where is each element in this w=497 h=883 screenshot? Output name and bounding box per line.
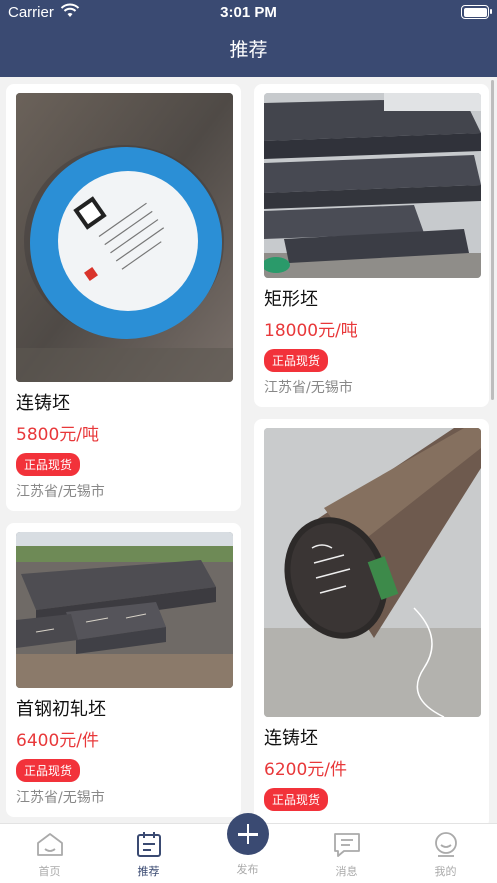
product-photo-round-billet-label [16, 93, 233, 382]
tab-label: 推荐 [137, 865, 160, 878]
tab-label: 我的 [434, 865, 457, 878]
product-location: 江苏省/无锡市 [264, 380, 353, 396]
product-name: 连铸坯 [16, 393, 70, 414]
product-name: 首钢初轧坯 [16, 699, 106, 720]
product-name: 连铸坯 [264, 728, 318, 749]
product-photo-round-billet-end [264, 428, 481, 717]
product-column-left: 连铸坯 5800元/吨 正品现货 江苏省/无锡市 首钢初轧坯 6400元/件 正… [6, 84, 241, 823]
message-icon [297, 831, 396, 861]
tab-messages[interactable]: 消息 [297, 824, 396, 883]
tab-recommend[interactable]: 推荐 [99, 824, 198, 883]
product-card[interactable]: 连铸坯 5800元/吨 正品现货 江苏省/无锡市 [6, 84, 241, 511]
product-price: 5800元/吨 [16, 425, 99, 445]
product-location: 江苏省/无锡市 [16, 484, 105, 500]
product-badge: 正品现货 [16, 759, 81, 782]
product-column-right: 矩形坯 18000元/吨 正品现货 江苏省/无锡市 连铸坯 6200元/件 正品… [254, 84, 489, 823]
status-bar: Carrier 3:01 PM [0, 0, 497, 28]
product-badge: 正品现货 [264, 349, 329, 372]
product-card[interactable]: 连铸坯 6200元/件 正品现货 [254, 419, 489, 823]
product-name: 矩形坯 [264, 289, 318, 310]
recommend-icon [99, 831, 198, 861]
product-location: 江苏省/无锡市 [16, 790, 105, 806]
product-price: 6200元/件 [264, 760, 347, 780]
tab-home[interactable]: 首页 [0, 824, 99, 883]
product-price: 18000元/吨 [264, 321, 358, 341]
product-photo-rectangular-billets [264, 93, 481, 278]
navigation-bar: 推荐 [0, 28, 497, 77]
status-time: 3:01 PM [220, 4, 277, 21]
tab-label: 发布 [236, 863, 259, 876]
product-badge: 正品现货 [16, 453, 81, 476]
tab-profile[interactable]: 我的 [396, 824, 495, 883]
product-photo-steel-slabs-yard [16, 532, 233, 688]
product-badge: 正品现货 [264, 788, 329, 811]
product-price: 6400元/件 [16, 731, 99, 751]
publish-plus-icon[interactable] [227, 813, 269, 855]
profile-icon [396, 831, 495, 861]
product-card[interactable]: 首钢初轧坯 6400元/件 正品现货 江苏省/无锡市 [6, 523, 241, 817]
product-grid[interactable]: 连铸坯 5800元/吨 正品现货 江苏省/无锡市 首钢初轧坯 6400元/件 正… [0, 77, 497, 823]
tab-label: 首页 [38, 865, 61, 878]
home-icon [0, 831, 99, 861]
product-card[interactable]: 矩形坯 18000元/吨 正品现货 江苏省/无锡市 [254, 84, 489, 407]
scrollbar[interactable] [491, 80, 494, 400]
page-title: 推荐 [229, 39, 268, 61]
tab-label: 消息 [335, 865, 358, 878]
battery-icon [461, 5, 492, 19]
